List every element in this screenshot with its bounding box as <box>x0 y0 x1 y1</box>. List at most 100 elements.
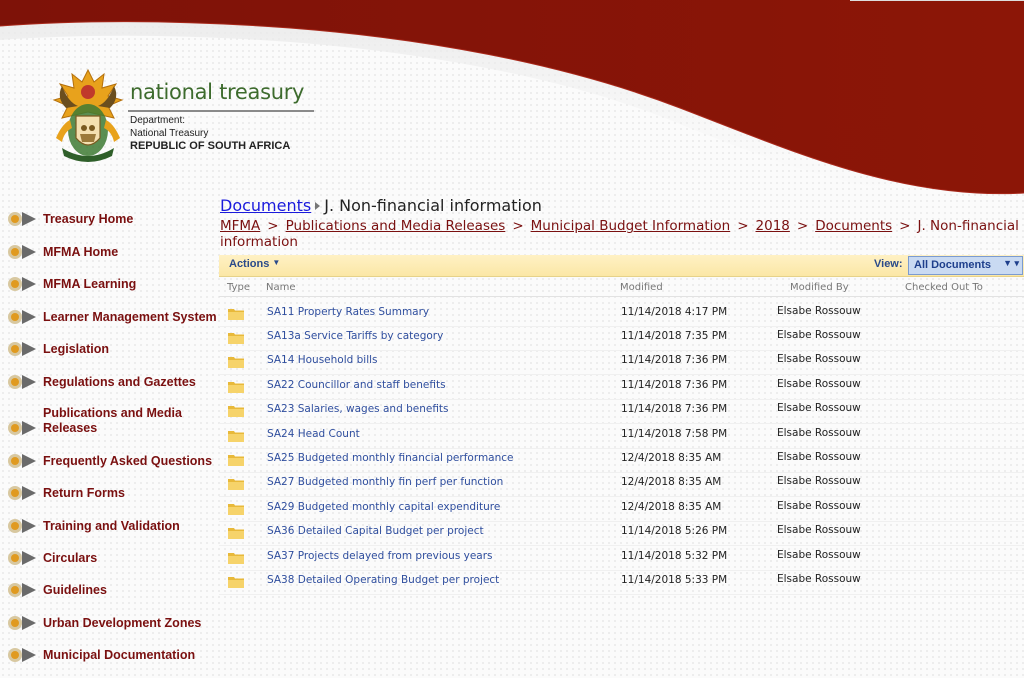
folder-icon[interactable] <box>228 332 244 344</box>
column-header-checked-out[interactable]: Checked Out To <box>905 282 983 293</box>
document-name-link[interactable]: SA23 Salaries, wages and benefits <box>267 403 449 415</box>
document-name-link[interactable]: SA22 Councillor and staff benefits <box>267 379 446 391</box>
sidebar-item-legislation[interactable]: Legislation <box>0 340 218 358</box>
bullet-emblem-icon <box>8 310 36 324</box>
modified-date: 11/14/2018 4:17 PM <box>621 306 728 318</box>
bullet-emblem-icon <box>8 583 36 597</box>
folder-icon[interactable] <box>228 430 244 442</box>
column-header-type[interactable]: Type <box>227 282 250 293</box>
modified-by: Elsabe Rossouw <box>777 524 861 536</box>
folder-icon[interactable] <box>228 478 244 490</box>
chevron-down-icon: ▼ <box>272 258 281 267</box>
document-name-link[interactable]: SA36 Detailed Capital Budget per project <box>267 525 484 537</box>
document-name-link[interactable]: SA38 Detailed Operating Budget per proje… <box>267 574 499 586</box>
sidebar-item-label: Publications and Media Releases <box>43 406 182 435</box>
breadcrumb-mfma[interactable]: MFMA <box>220 218 260 234</box>
modified-by: Elsabe Rossouw <box>777 549 861 561</box>
page-title: Documents J. Non-financial information <box>220 196 542 215</box>
modified-by: Elsabe Rossouw <box>777 427 861 439</box>
title-library-link[interactable]: Documents <box>220 196 311 215</box>
brand-department-label: Department: <box>130 115 186 126</box>
column-header-modified[interactable]: Modified <box>620 282 663 293</box>
sidebar-item-label: Circulars <box>43 550 98 565</box>
breadcrumb-documents[interactable]: Documents <box>815 218 892 234</box>
table-row: SA14 Household bills 11/14/2018 7:36 PM … <box>219 350 1024 375</box>
sidebar-item-municipal-documentation[interactable]: Municipal Documentation <box>0 646 218 664</box>
modified-date: 11/14/2018 5:32 PM <box>621 550 728 562</box>
sidebar-item-label: Guidelines <box>43 582 107 597</box>
folder-icon[interactable] <box>228 552 244 564</box>
table-row: SA37 Projects delayed from previous year… <box>219 546 1024 571</box>
sidebar-item-guidelines[interactable]: Guidelines <box>0 581 218 599</box>
bullet-emblem-icon <box>8 519 36 533</box>
sidebar-item-treasury-home[interactable]: Treasury Home <box>0 210 218 228</box>
view-selector[interactable]: All Documents ▼ ▾ <box>908 256 1023 275</box>
sidebar-item-label: Urban Development Zones <box>43 615 202 630</box>
modified-date: 12/4/2018 8:35 AM <box>621 501 722 513</box>
table-row: SA22 Councillor and staff benefits 11/14… <box>219 375 1024 400</box>
sidebar-item-urban-development[interactable]: Urban Development Zones <box>0 614 218 632</box>
sidebar-item-publications[interactable]: Publications and Media Releases <box>0 405 218 437</box>
document-name-link[interactable]: SA14 Household bills <box>267 354 378 366</box>
bullet-emblem-icon <box>8 551 36 565</box>
table-row: SA36 Detailed Capital Budget per project… <box>219 521 1024 546</box>
sidebar-item-learner-management[interactable]: Learner Management System <box>0 308 218 326</box>
brand-department-name: National Treasury <box>130 128 209 139</box>
modified-date: 11/14/2018 7:36 PM <box>621 354 728 366</box>
chevron-down-icon: ▼ ▾ <box>1003 258 1019 268</box>
folder-icon[interactable] <box>228 308 244 320</box>
sidebar-item-label: Treasury Home <box>43 211 134 226</box>
column-header-modified-by[interactable]: Modified By <box>790 282 849 293</box>
breadcrumb-separator: > <box>512 218 524 234</box>
bullet-emblem-icon <box>8 648 36 662</box>
view-label: View: <box>874 258 903 270</box>
header-divider <box>219 296 1024 297</box>
modified-by: Elsabe Rossouw <box>777 500 861 512</box>
breadcrumb-municipal-budget[interactable]: Municipal Budget Information <box>531 218 731 234</box>
breadcrumb-year[interactable]: 2018 <box>756 218 790 234</box>
document-name-link[interactable]: SA37 Projects delayed from previous year… <box>267 550 493 562</box>
actions-menu-button[interactable]: Actions ▼ <box>229 258 280 270</box>
sidebar-item-return-forms[interactable]: Return Forms <box>0 484 218 502</box>
sidebar-item-mfma-learning[interactable]: MFMA Learning <box>0 275 218 293</box>
sidebar-item-training[interactable]: Training and Validation <box>0 517 218 535</box>
modified-date: 12/4/2018 8:35 AM <box>621 476 722 488</box>
folder-icon[interactable] <box>228 576 244 588</box>
sidebar-item-regulations[interactable]: Regulations and Gazettes <box>0 373 218 391</box>
document-name-link[interactable]: SA24 Head Count <box>267 428 360 440</box>
document-name-link[interactable]: SA11 Property Rates Summary <box>267 306 429 318</box>
bullet-emblem-icon <box>8 421 36 435</box>
breadcrumb-separator: > <box>796 218 809 234</box>
modified-date: 12/4/2018 8:35 AM <box>621 452 722 464</box>
sidebar-item-mfma-home[interactable]: MFMA Home <box>0 243 218 261</box>
folder-icon[interactable] <box>228 503 244 515</box>
sidebar-item-circulars[interactable]: Circulars <box>0 549 218 567</box>
bullet-emblem-icon <box>8 212 36 226</box>
document-name-link[interactable]: SA27 Budgeted monthly fin perf per funct… <box>267 476 503 488</box>
sidebar-item-faq[interactable]: Frequently Asked Questions <box>0 452 218 470</box>
column-header-name[interactable]: Name <box>266 282 296 293</box>
folder-icon[interactable] <box>228 405 244 417</box>
logo-block: national treasury Department: National T… <box>52 68 322 168</box>
bullet-emblem-icon <box>8 616 36 630</box>
folder-icon[interactable] <box>228 381 244 393</box>
document-name-link[interactable]: SA29 Budgeted monthly capital expenditur… <box>267 501 500 513</box>
table-row: SA38 Detailed Operating Budget per proje… <box>219 570 1024 595</box>
table-row: SA23 Salaries, wages and benefits 11/14/… <box>219 399 1024 424</box>
folder-icon[interactable] <box>228 454 244 466</box>
modified-date: 11/14/2018 7:36 PM <box>621 403 728 415</box>
sidebar-item-label: Municipal Documentation <box>43 647 196 662</box>
table-row: SA11 Property Rates Summary 11/14/2018 4… <box>219 302 1024 327</box>
breadcrumb-publications[interactable]: Publications and Media Releases <box>286 218 506 234</box>
modified-date: 11/14/2018 5:33 PM <box>621 574 728 586</box>
folder-icon[interactable] <box>228 527 244 539</box>
document-name-link[interactable]: SA25 Budgeted monthly financial performa… <box>267 452 514 464</box>
modified-date: 11/14/2018 7:58 PM <box>621 428 728 440</box>
sidebar-item-label: Return Forms <box>43 485 125 500</box>
breadcrumb: MFMA > Publications and Media Releases > Mun… <box>220 218 1020 250</box>
document-name-link[interactable]: SA13a Service Tariffs by category <box>267 330 443 342</box>
brand-divider <box>128 110 314 112</box>
bullet-emblem-icon <box>8 277 36 291</box>
coat-of-arms-icon <box>52 68 124 162</box>
folder-icon[interactable] <box>228 356 244 368</box>
